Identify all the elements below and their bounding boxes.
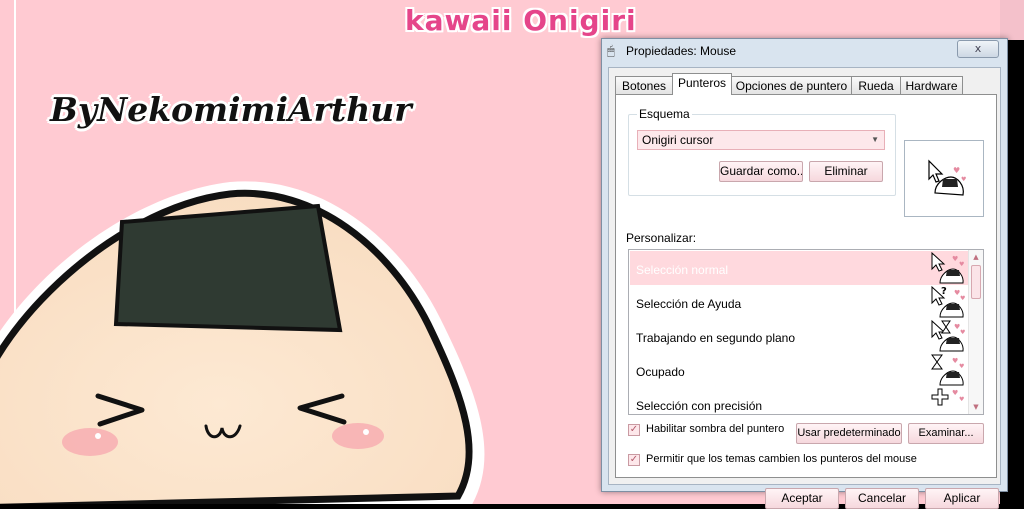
scroll-down-arrow-icon[interactable]: ▼ (970, 400, 982, 414)
arrow-onigiri-icon: ♥ ♥ (928, 159, 966, 196)
svg-text:♥: ♥ (952, 357, 958, 365)
dialog-client-area: Botones Punteros Opciones de puntero Rue… (608, 67, 1001, 509)
list-item-label: Trabajando en segundo plano (636, 331, 796, 345)
browse-button[interactable]: Examinar... (908, 423, 984, 444)
scheme-dropdown[interactable]: Onigiri cursor ▼ (637, 130, 885, 150)
save-as-button[interactable]: Guardar como... (719, 161, 803, 182)
svg-text:?: ? (941, 286, 947, 297)
list-item-seleccion-con-precision[interactable]: Selección con precisión ♥ ♥ (630, 387, 969, 414)
logo-text: kawaii Onigiri (405, 4, 637, 37)
tab-hardware[interactable]: Hardware (900, 76, 963, 94)
themes-checkbox[interactable]: ✓ (628, 454, 640, 466)
chevron-down-icon: ▼ (871, 135, 879, 144)
close-button[interactable]: x (957, 40, 999, 58)
scheme-group: Esquema Onigiri cursor ▼ Guardar como...… (628, 107, 896, 196)
svg-text:♥: ♥ (959, 363, 964, 370)
mouse-properties-dialog: 🖱 Propiedades: Mouse x Botones Punteros … (601, 38, 1008, 509)
list-item-seleccion-normal[interactable]: Selección normal ♥ ♥ (630, 251, 969, 285)
kawaii-onigiri-logo: kawaii Onigiri (405, 4, 637, 37)
list-item-label: Selección de Ayuda (636, 297, 742, 311)
nori-seaweed (113, 203, 343, 333)
customize-label: Personalizar: (626, 231, 697, 245)
dialog-title: Propiedades: Mouse (626, 44, 737, 58)
help-onigiri-icon: ? ♥♥ (931, 285, 965, 318)
svg-text:♥: ♥ (959, 261, 964, 268)
cancel-button[interactable]: Cancelar (845, 488, 919, 509)
svg-text:♥: ♥ (961, 176, 966, 183)
crosshair-icon: ♥♥ (931, 388, 964, 406)
use-default-button[interactable]: Usar predeterminado (796, 423, 902, 444)
busy-onigiri-icon: ♥♥ (931, 354, 964, 386)
scroll-thumb[interactable] (971, 265, 981, 299)
svg-text:♥: ♥ (952, 389, 958, 397)
arrow-onigiri-icon: ♥♥ (931, 251, 964, 284)
ok-button[interactable]: Aceptar (765, 488, 839, 509)
delete-scheme-button[interactable]: Eliminar (809, 161, 883, 182)
scroll-up-arrow-icon[interactable]: ▲ (970, 250, 982, 264)
cursor-preview: ♥ ♥ (904, 140, 984, 217)
wallpaper-corner (1000, 0, 1024, 40)
tab-opciones-de-puntero[interactable]: Opciones de puntero (731, 76, 852, 94)
list-item-label: Ocupado (636, 365, 685, 379)
list-item-ocupado[interactable]: Ocupado ♥ ♥ (630, 353, 969, 387)
apply-button[interactable]: Aplicar (925, 488, 999, 509)
svg-text:♥: ♥ (960, 329, 965, 336)
close-icon: x (974, 42, 982, 55)
list-item-label: Selección con precisión (636, 399, 763, 413)
tab-botones[interactable]: Botones (615, 76, 673, 94)
svg-text:♥: ♥ (959, 396, 964, 403)
signature-text: ByNekomimiArthur (50, 90, 412, 129)
punteros-panel: Esquema Onigiri cursor ▼ Guardar como...… (615, 94, 997, 478)
working-onigiri-icon: ♥♥ (931, 319, 965, 352)
onigiri-character-illustration (0, 181, 485, 504)
dialog-titlebar[interactable]: 🖱 Propiedades: Mouse x (602, 39, 1007, 63)
cursor-list: Selección normal ♥ ♥ Selección de Ayuda ? (628, 249, 984, 415)
tab-punteros[interactable]: Punteros (672, 73, 732, 95)
scheme-selected-value: Onigiri cursor (642, 133, 714, 147)
list-item-label: Selección normal (636, 263, 729, 277)
svg-text:♥: ♥ (952, 255, 958, 263)
svg-text:♥: ♥ (960, 295, 965, 302)
tab-rueda[interactable]: Rueda (851, 76, 901, 94)
shadow-checkbox-label: Habilitar sombra del puntero (646, 423, 785, 435)
list-item-trabajando[interactable]: Trabajando en segundo plano ♥ ♥ (630, 319, 969, 353)
svg-text:♥: ♥ (953, 166, 960, 175)
mouse-icon: 🖱 (607, 44, 615, 59)
list-scrollbar[interactable]: ▲ ▼ (968, 250, 983, 414)
shadow-checkbox[interactable]: ✓ (628, 424, 640, 436)
list-item-seleccion-de-ayuda[interactable]: Selección de Ayuda ? ♥ ♥ (630, 285, 969, 319)
themes-checkbox-label: Permitir que los temas cambien los punte… (646, 453, 917, 465)
scheme-legend: Esquema (637, 107, 692, 121)
